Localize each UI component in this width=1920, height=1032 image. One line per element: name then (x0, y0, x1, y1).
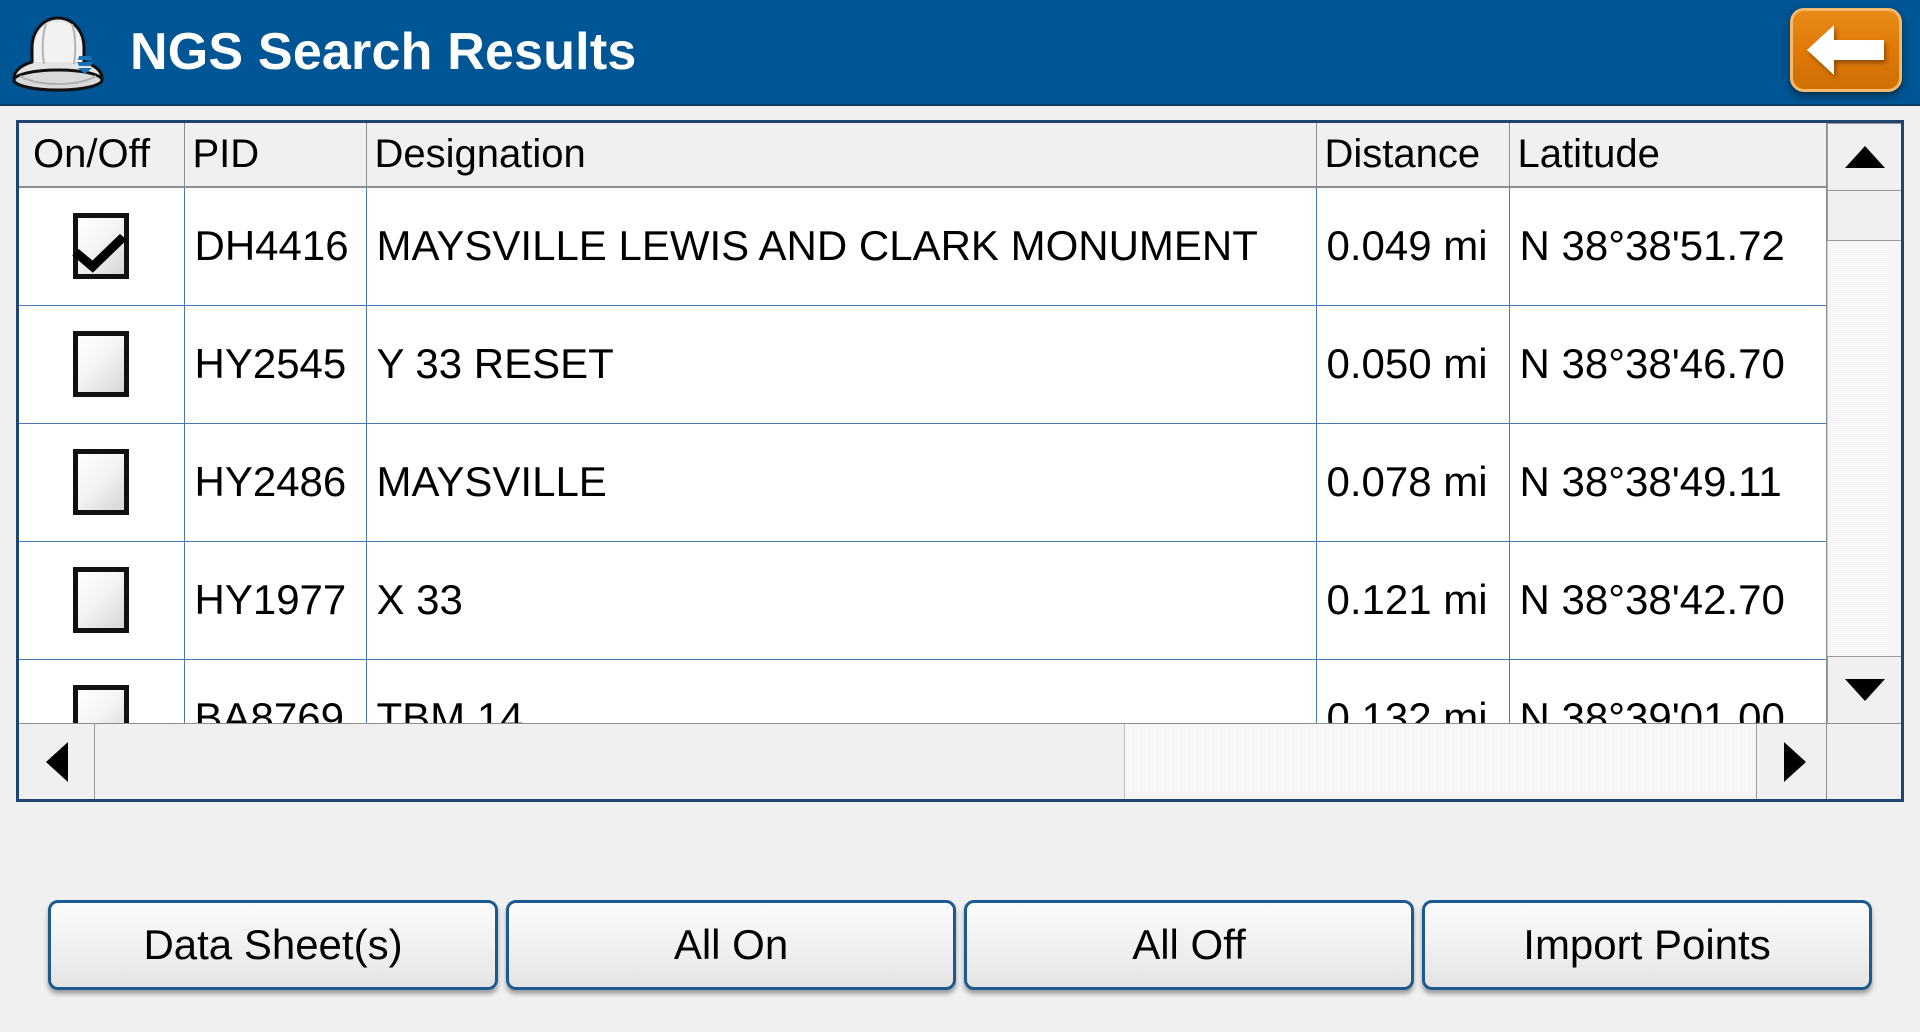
back-button[interactable] (1790, 8, 1902, 92)
scroll-up-button[interactable] (1827, 123, 1901, 191)
all-off-button[interactable]: All Off (964, 900, 1414, 990)
row-checkbox[interactable] (73, 331, 130, 397)
column-header-designation[interactable]: Designation (366, 123, 1317, 188)
all-on-button[interactable]: All On (506, 900, 956, 990)
table-row[interactable]: HY2486 MAYSVILLE 0.078 mi N 38°38'49.11 (19, 423, 1832, 542)
page-title: NGS Search Results (130, 23, 637, 81)
cell-latitude: N 38°38'46.70 (1509, 305, 1832, 424)
scrollbar-corner (1826, 723, 1901, 799)
triangle-down-icon (1844, 679, 1885, 701)
row-checkbox-cell[interactable] (19, 423, 185, 542)
action-button-bar: Data Sheet(s) All On All Off Import Poin… (48, 900, 1872, 990)
table-row[interactable]: HY2545 Y 33 RESET 0.050 mi N 38°38'46.70 (19, 305, 1832, 424)
horizontal-scroll-track[interactable] (1125, 724, 1756, 799)
row-checkbox[interactable] (73, 567, 130, 633)
horizontal-scrollbar[interactable] (19, 723, 1832, 799)
cell-designation: Y 33 RESET (366, 305, 1317, 424)
scroll-left-button[interactable] (19, 724, 95, 799)
cell-latitude: N 38°38'49.11 (1509, 423, 1832, 542)
arrow-left-icon (1807, 25, 1884, 75)
triangle-left-icon (45, 741, 68, 782)
cell-pid: DH4416 (184, 187, 367, 306)
row-checkbox[interactable] (73, 213, 130, 280)
horizontal-scroll-thumb[interactable] (95, 724, 1125, 799)
table-row[interactable]: DH4416 MAYSVILLE LEWIS AND CLARK MONUMEN… (19, 187, 1832, 306)
results-grid: On/Off PID Designation Distance Latitude… (19, 123, 1832, 799)
vertical-scroll-track[interactable] (1827, 241, 1901, 656)
row-checkbox-cell[interactable] (19, 541, 185, 660)
cell-latitude: N 38°38'51.72 (1509, 187, 1832, 306)
title-bar: NGS Search Results (0, 0, 1920, 106)
triangle-right-icon (1783, 741, 1806, 782)
column-header-onoff[interactable]: On/Off (19, 123, 185, 188)
scroll-right-button[interactable] (1756, 724, 1832, 799)
results-table: On/Off PID Designation Distance Latitude… (19, 123, 1832, 778)
table-row[interactable]: HY1977 X 33 0.121 mi N 38°38'42.70 (19, 541, 1832, 660)
column-header-latitude[interactable]: Latitude (1509, 123, 1832, 188)
row-checkbox-cell[interactable] (19, 305, 185, 424)
row-checkbox-cell[interactable] (19, 187, 185, 306)
data-sheets-button[interactable]: Data Sheet(s) (48, 900, 498, 990)
import-points-button[interactable]: Import Points (1422, 900, 1872, 990)
cell-distance: 0.049 mi (1316, 187, 1510, 306)
results-table-panel: On/Off PID Designation Distance Latitude… (16, 120, 1904, 802)
cell-pid: HY2486 (184, 423, 367, 542)
cell-pid: HY1977 (184, 541, 367, 660)
cell-distance: 0.078 mi (1316, 423, 1510, 542)
row-checkbox[interactable] (73, 449, 130, 515)
cell-designation: X 33 (366, 541, 1317, 660)
table-header-row: On/Off PID Designation Distance Latitude (19, 123, 1832, 188)
cell-designation: MAYSVILLE (366, 423, 1317, 542)
cell-pid: HY2545 (184, 305, 367, 424)
scroll-down-button[interactable] (1827, 656, 1901, 724)
vertical-scroll-thumb[interactable] (1827, 191, 1901, 241)
cell-latitude: N 38°38'42.70 (1509, 541, 1832, 660)
cell-distance: 0.050 mi (1316, 305, 1510, 424)
cell-designation: MAYSVILLE LEWIS AND CLARK MONUMENT (366, 187, 1317, 306)
triangle-up-icon (1844, 146, 1885, 168)
column-header-pid[interactable]: PID (184, 123, 367, 188)
hard-hat-icon (12, 16, 104, 92)
vertical-scrollbar[interactable] (1826, 123, 1901, 799)
cell-distance: 0.121 mi (1316, 541, 1510, 660)
column-header-distance[interactable]: Distance (1316, 123, 1510, 188)
